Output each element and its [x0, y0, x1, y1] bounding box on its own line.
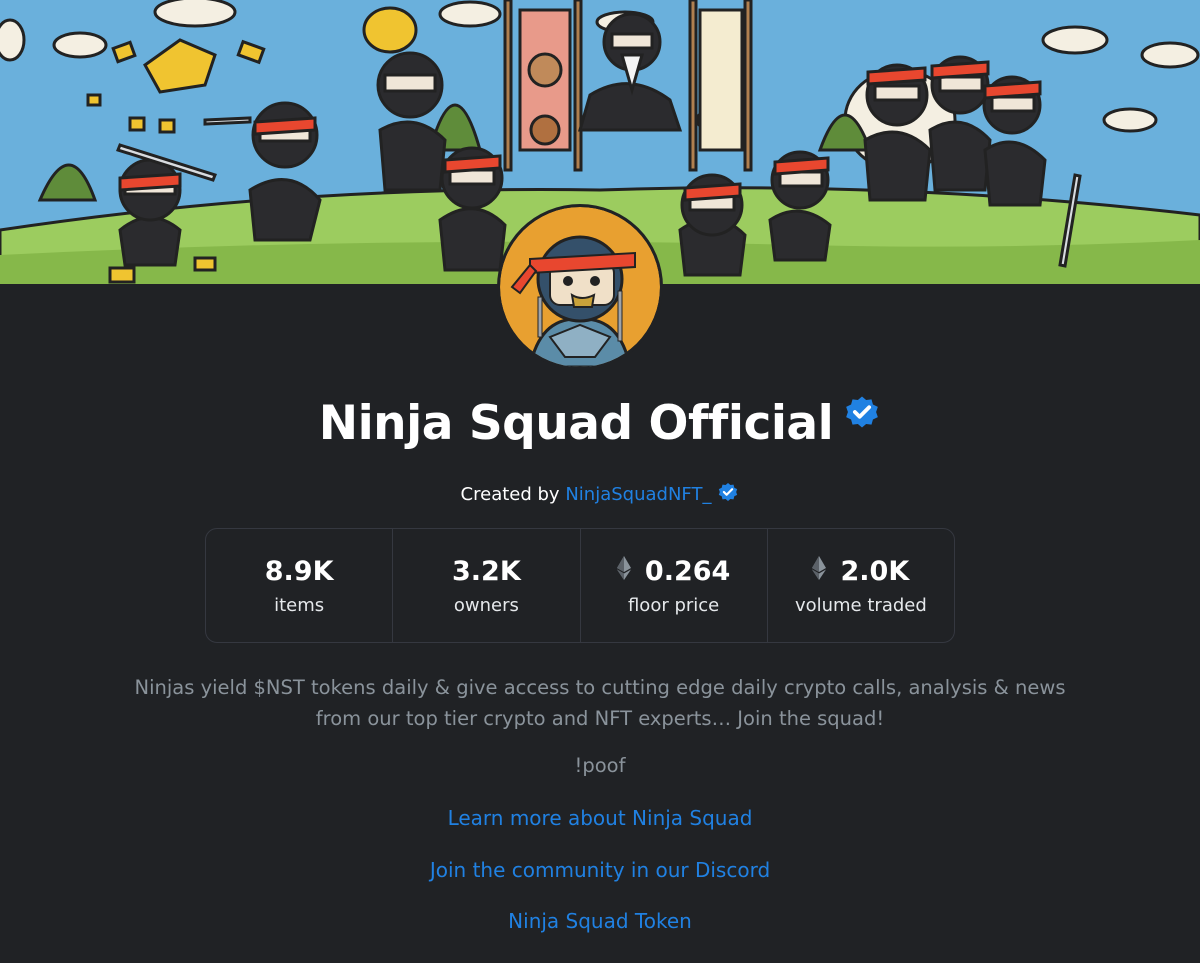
- collection-name: Ninja Squad Official: [318, 396, 834, 451]
- stat-owners-label: owners: [453, 595, 519, 616]
- learn-more-link[interactable]: Learn more about Ninja Squad: [0, 806, 1200, 830]
- description-poof: !poof: [574, 754, 626, 777]
- stat-floor-price-label: floor price: [627, 595, 720, 616]
- stat-floor-price-value: 0.264: [616, 555, 730, 589]
- creator-verified-icon: [717, 481, 739, 508]
- stat-items-label: items: [274, 595, 325, 616]
- stat-volume-traded[interactable]: 2.0K volume traded: [768, 529, 954, 642]
- stat-items[interactable]: 8.9K items: [206, 529, 394, 642]
- creator-line: Created by NinjaSquadNFT_: [0, 481, 1200, 508]
- verified-badge-icon: [843, 388, 881, 443]
- description-line-1: Ninjas yield $NST tokens daily & give ac…: [134, 676, 1066, 699]
- stat-volume-traded-label: volume traded: [794, 595, 927, 616]
- stat-items-value: 8.9K: [264, 556, 334, 587]
- stat-floor-price[interactable]: 0.264 floor price: [581, 529, 768, 642]
- collection-avatar: [497, 204, 663, 370]
- stat-owners[interactable]: 3.2K owners: [393, 529, 581, 642]
- description-line-2: from our top tier crypto and NFT experts…: [315, 707, 885, 730]
- ethereum-icon: [812, 555, 827, 589]
- collection-stats: 8.9K items 3.2K owners 0.264 floor price…: [205, 528, 955, 643]
- stat-owners-value: 3.2K: [451, 556, 521, 587]
- stat-volume-traded-value: 2.0K: [812, 555, 909, 589]
- collection-description: Ninjas yield $NST tokens daily & give ac…: [60, 672, 1140, 734]
- discord-link[interactable]: Join the community in our Discord: [0, 858, 1200, 882]
- created-by-label: Created by: [460, 484, 560, 505]
- collection-title: Ninja Squad Official: [0, 388, 1200, 451]
- ethereum-icon: [616, 555, 631, 589]
- token-link[interactable]: Ninja Squad Token: [0, 909, 1200, 933]
- creator-link[interactable]: NinjaSquadNFT_: [565, 484, 711, 505]
